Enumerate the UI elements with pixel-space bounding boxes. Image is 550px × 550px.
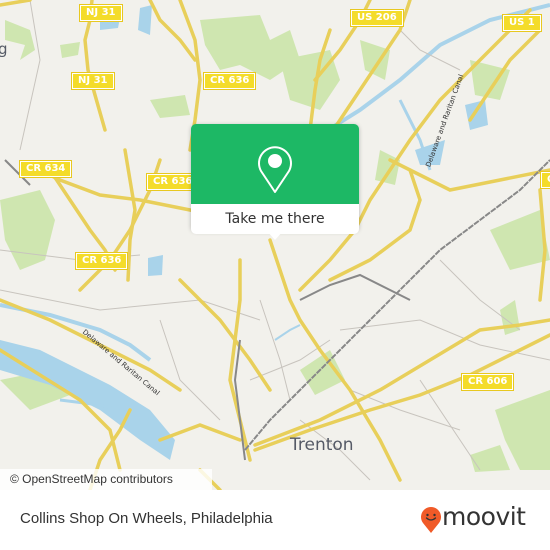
- road-shield-us206: US 206: [350, 9, 404, 27]
- destination-popup: Take me there: [191, 124, 359, 240]
- road-shield-nj31: NJ 31: [79, 4, 123, 22]
- road-shield-cr636: CR 636: [202, 72, 257, 90]
- map[interactable]: NJ 31 NJ 31 US 206 US 1 CR 636 CR 634 CR…: [0, 0, 550, 490]
- map-attribution[interactable]: © OpenStreetMap contributors: [0, 469, 212, 490]
- moovit-face-icon: [421, 507, 441, 533]
- moovit-wordmark: moovit: [442, 502, 526, 531]
- popup-header: [191, 124, 359, 204]
- road-shield-us1: US 1: [502, 14, 542, 32]
- road-shield-cr636: CR 636: [74, 252, 129, 270]
- location-title: Collins Shop On Wheels, Philadelphia: [20, 510, 273, 527]
- place-label-trenton: Trenton: [290, 435, 354, 455]
- road-shield-nj31: NJ 31: [71, 72, 115, 90]
- road-shield-cr634: CR 634: [18, 160, 73, 178]
- popup-pointer: [267, 231, 283, 240]
- road-shield-edge: C: [539, 171, 550, 189]
- take-me-there-button[interactable]: Take me there: [191, 204, 359, 234]
- place-label-edge: g: [0, 40, 8, 58]
- road-shield-cr606: CR 606: [460, 373, 515, 391]
- map-pin-icon: [258, 146, 292, 193]
